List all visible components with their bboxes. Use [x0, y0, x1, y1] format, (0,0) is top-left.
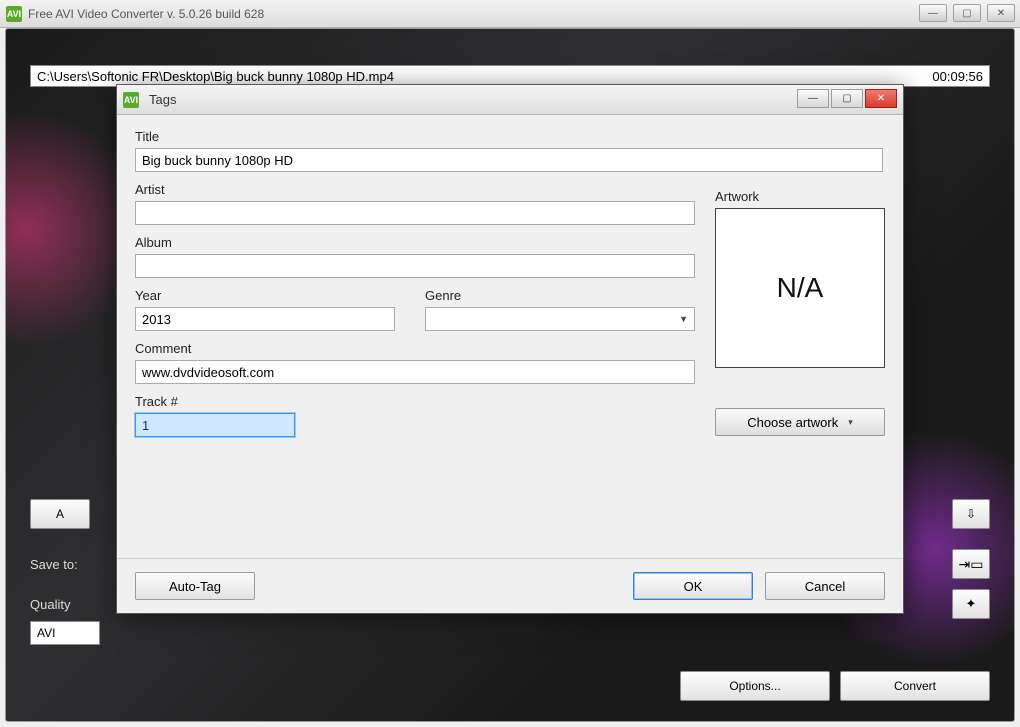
window-controls: — ▢ ✕: [919, 4, 1015, 22]
dialog-close-button[interactable]: ✕: [865, 89, 897, 108]
genre-label: Genre: [425, 288, 695, 303]
dialog-body: Title Artist Album Year Genre ▼: [117, 115, 903, 559]
convert-button[interactable]: Convert: [840, 671, 990, 701]
wand-button[interactable]: ✦: [952, 589, 990, 619]
choose-artwork-button[interactable]: Choose artwork ▾: [715, 408, 885, 436]
year-input[interactable]: [135, 307, 395, 331]
download-button[interactable]: ⇩: [952, 499, 990, 529]
file-path-text: C:\Users\Softonic FR\Desktop\Big buck bu…: [37, 69, 394, 84]
artwork-placeholder: N/A: [777, 272, 824, 304]
comment-input[interactable]: [135, 360, 695, 384]
format-select[interactable]: AVI: [30, 621, 100, 645]
maximize-icon: ▢: [962, 8, 971, 19]
quality-label: Quality: [30, 597, 100, 612]
wand-icon: ✦: [966, 596, 977, 612]
album-input[interactable]: [135, 254, 695, 278]
close-button[interactable]: ✕: [987, 4, 1015, 22]
app-icon: AVI: [6, 6, 22, 22]
close-icon: ✕: [997, 8, 1005, 19]
artwork-preview: N/A: [715, 208, 885, 368]
album-label: Album: [135, 235, 695, 250]
track-input[interactable]: [135, 413, 295, 437]
autotag-button[interactable]: Auto-Tag: [135, 572, 255, 600]
dialog-title: Tags: [149, 92, 176, 107]
dialog-titlebar: AVI Tags — ▢ ✕: [117, 85, 903, 115]
folder-icon: ⇥▭: [959, 556, 984, 573]
dialog-window-controls: — ▢ ✕: [797, 89, 897, 108]
ok-button[interactable]: OK: [633, 572, 753, 600]
add-button[interactable]: A: [30, 499, 90, 529]
dialog-icon: AVI: [123, 92, 139, 108]
download-icon: ⇩: [966, 507, 976, 521]
maximize-icon: ▢: [842, 93, 851, 104]
genre-select[interactable]: ▼: [425, 307, 695, 331]
artwork-label: Artwork: [715, 189, 885, 204]
track-label: Track #: [135, 394, 695, 409]
minimize-icon: —: [928, 8, 938, 19]
dialog-maximize-button[interactable]: ▢: [831, 89, 863, 108]
browse-folder-button[interactable]: ⇥▭: [952, 549, 990, 579]
title-input[interactable]: [135, 148, 883, 172]
artist-label: Artist: [135, 182, 695, 197]
file-duration: 00:09:56: [932, 69, 983, 84]
maximize-button[interactable]: ▢: [953, 4, 981, 22]
artist-input[interactable]: [135, 201, 695, 225]
comment-label: Comment: [135, 341, 695, 356]
app-title: Free AVI Video Converter v. 5.0.26 build…: [28, 7, 264, 21]
main-titlebar: AVI Free AVI Video Converter v. 5.0.26 b…: [0, 0, 1020, 28]
options-button[interactable]: Options...: [680, 671, 830, 701]
chevron-down-icon: ▼: [679, 314, 688, 324]
cancel-button[interactable]: Cancel: [765, 572, 885, 600]
save-to-label: Save to:: [30, 557, 100, 572]
year-label: Year: [135, 288, 395, 303]
fields-left-column: Title Artist Album Year Genre ▼: [135, 129, 695, 437]
dialog-minimize-button[interactable]: —: [797, 89, 829, 108]
minimize-button[interactable]: —: [919, 4, 947, 22]
dialog-footer: Auto-Tag OK Cancel: [117, 559, 903, 613]
minimize-icon: —: [808, 93, 818, 104]
chevron-down-icon: ▾: [848, 417, 853, 428]
title-label: Title: [135, 129, 695, 144]
artwork-panel: Artwork N/A Choose artwork ▾: [715, 189, 885, 436]
close-icon: ✕: [877, 93, 885, 104]
tags-dialog: AVI Tags — ▢ ✕ Title Artist Album Year G…: [116, 84, 904, 614]
